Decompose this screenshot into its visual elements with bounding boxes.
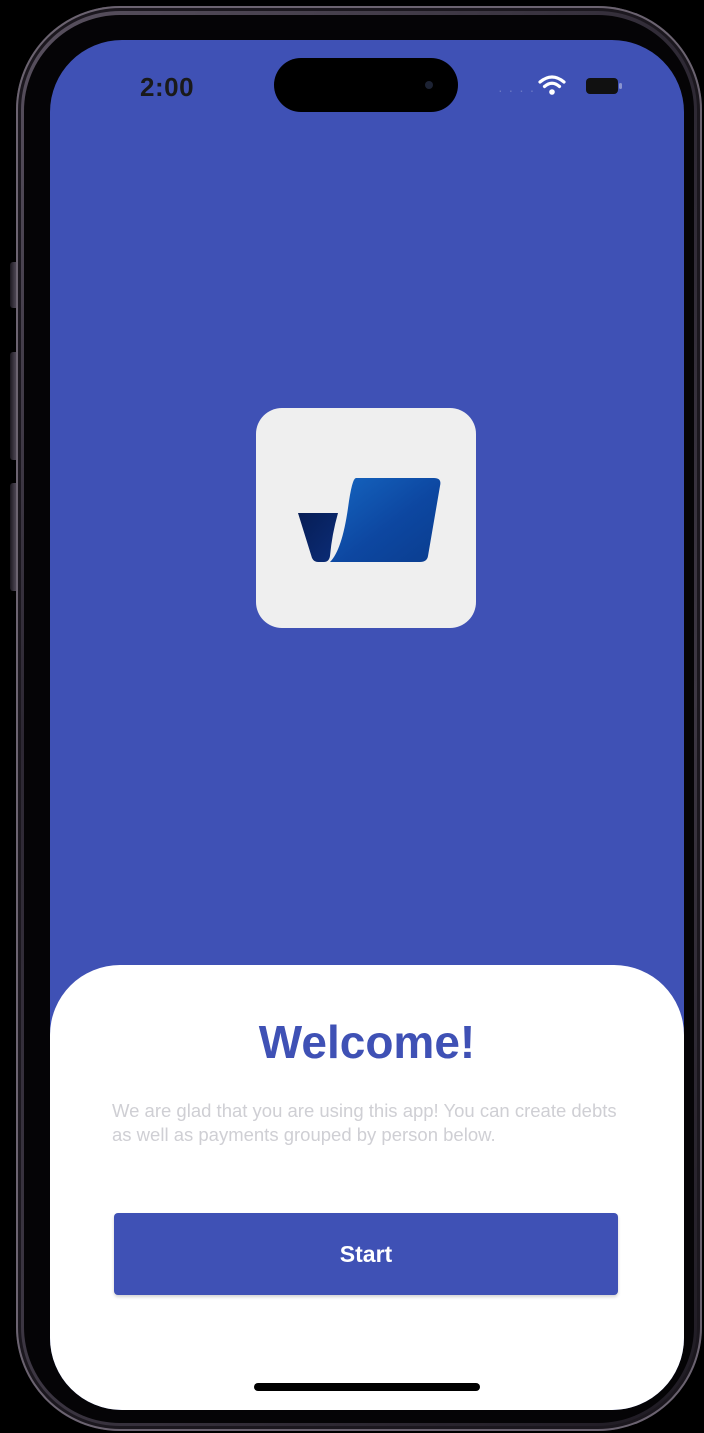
dynamic-island — [274, 58, 458, 112]
home-indicator[interactable] — [254, 1383, 480, 1391]
camera-icon — [425, 81, 433, 89]
device-mockup: 2:00 · · · · Welcome! We are glad that y… — [0, 0, 704, 1433]
app-logo — [256, 408, 476, 628]
start-button[interactable]: Start — [114, 1213, 618, 1295]
wifi-icon — [538, 75, 566, 95]
welcome-title: Welcome! — [258, 1016, 476, 1068]
battery-icon — [586, 78, 622, 94]
app-screen: 2:00 · · · · Welcome! We are glad that y… — [50, 40, 684, 1410]
app-logo-icon — [298, 478, 441, 562]
welcome-sheet: Welcome! We are glad that you are using … — [50, 965, 684, 1410]
status-time: 2:00 — [140, 72, 195, 102]
welcome-description: We are glad that you are using this app!… — [112, 1100, 617, 1145]
cellular-dots-icon: · · · · — [498, 82, 536, 98]
